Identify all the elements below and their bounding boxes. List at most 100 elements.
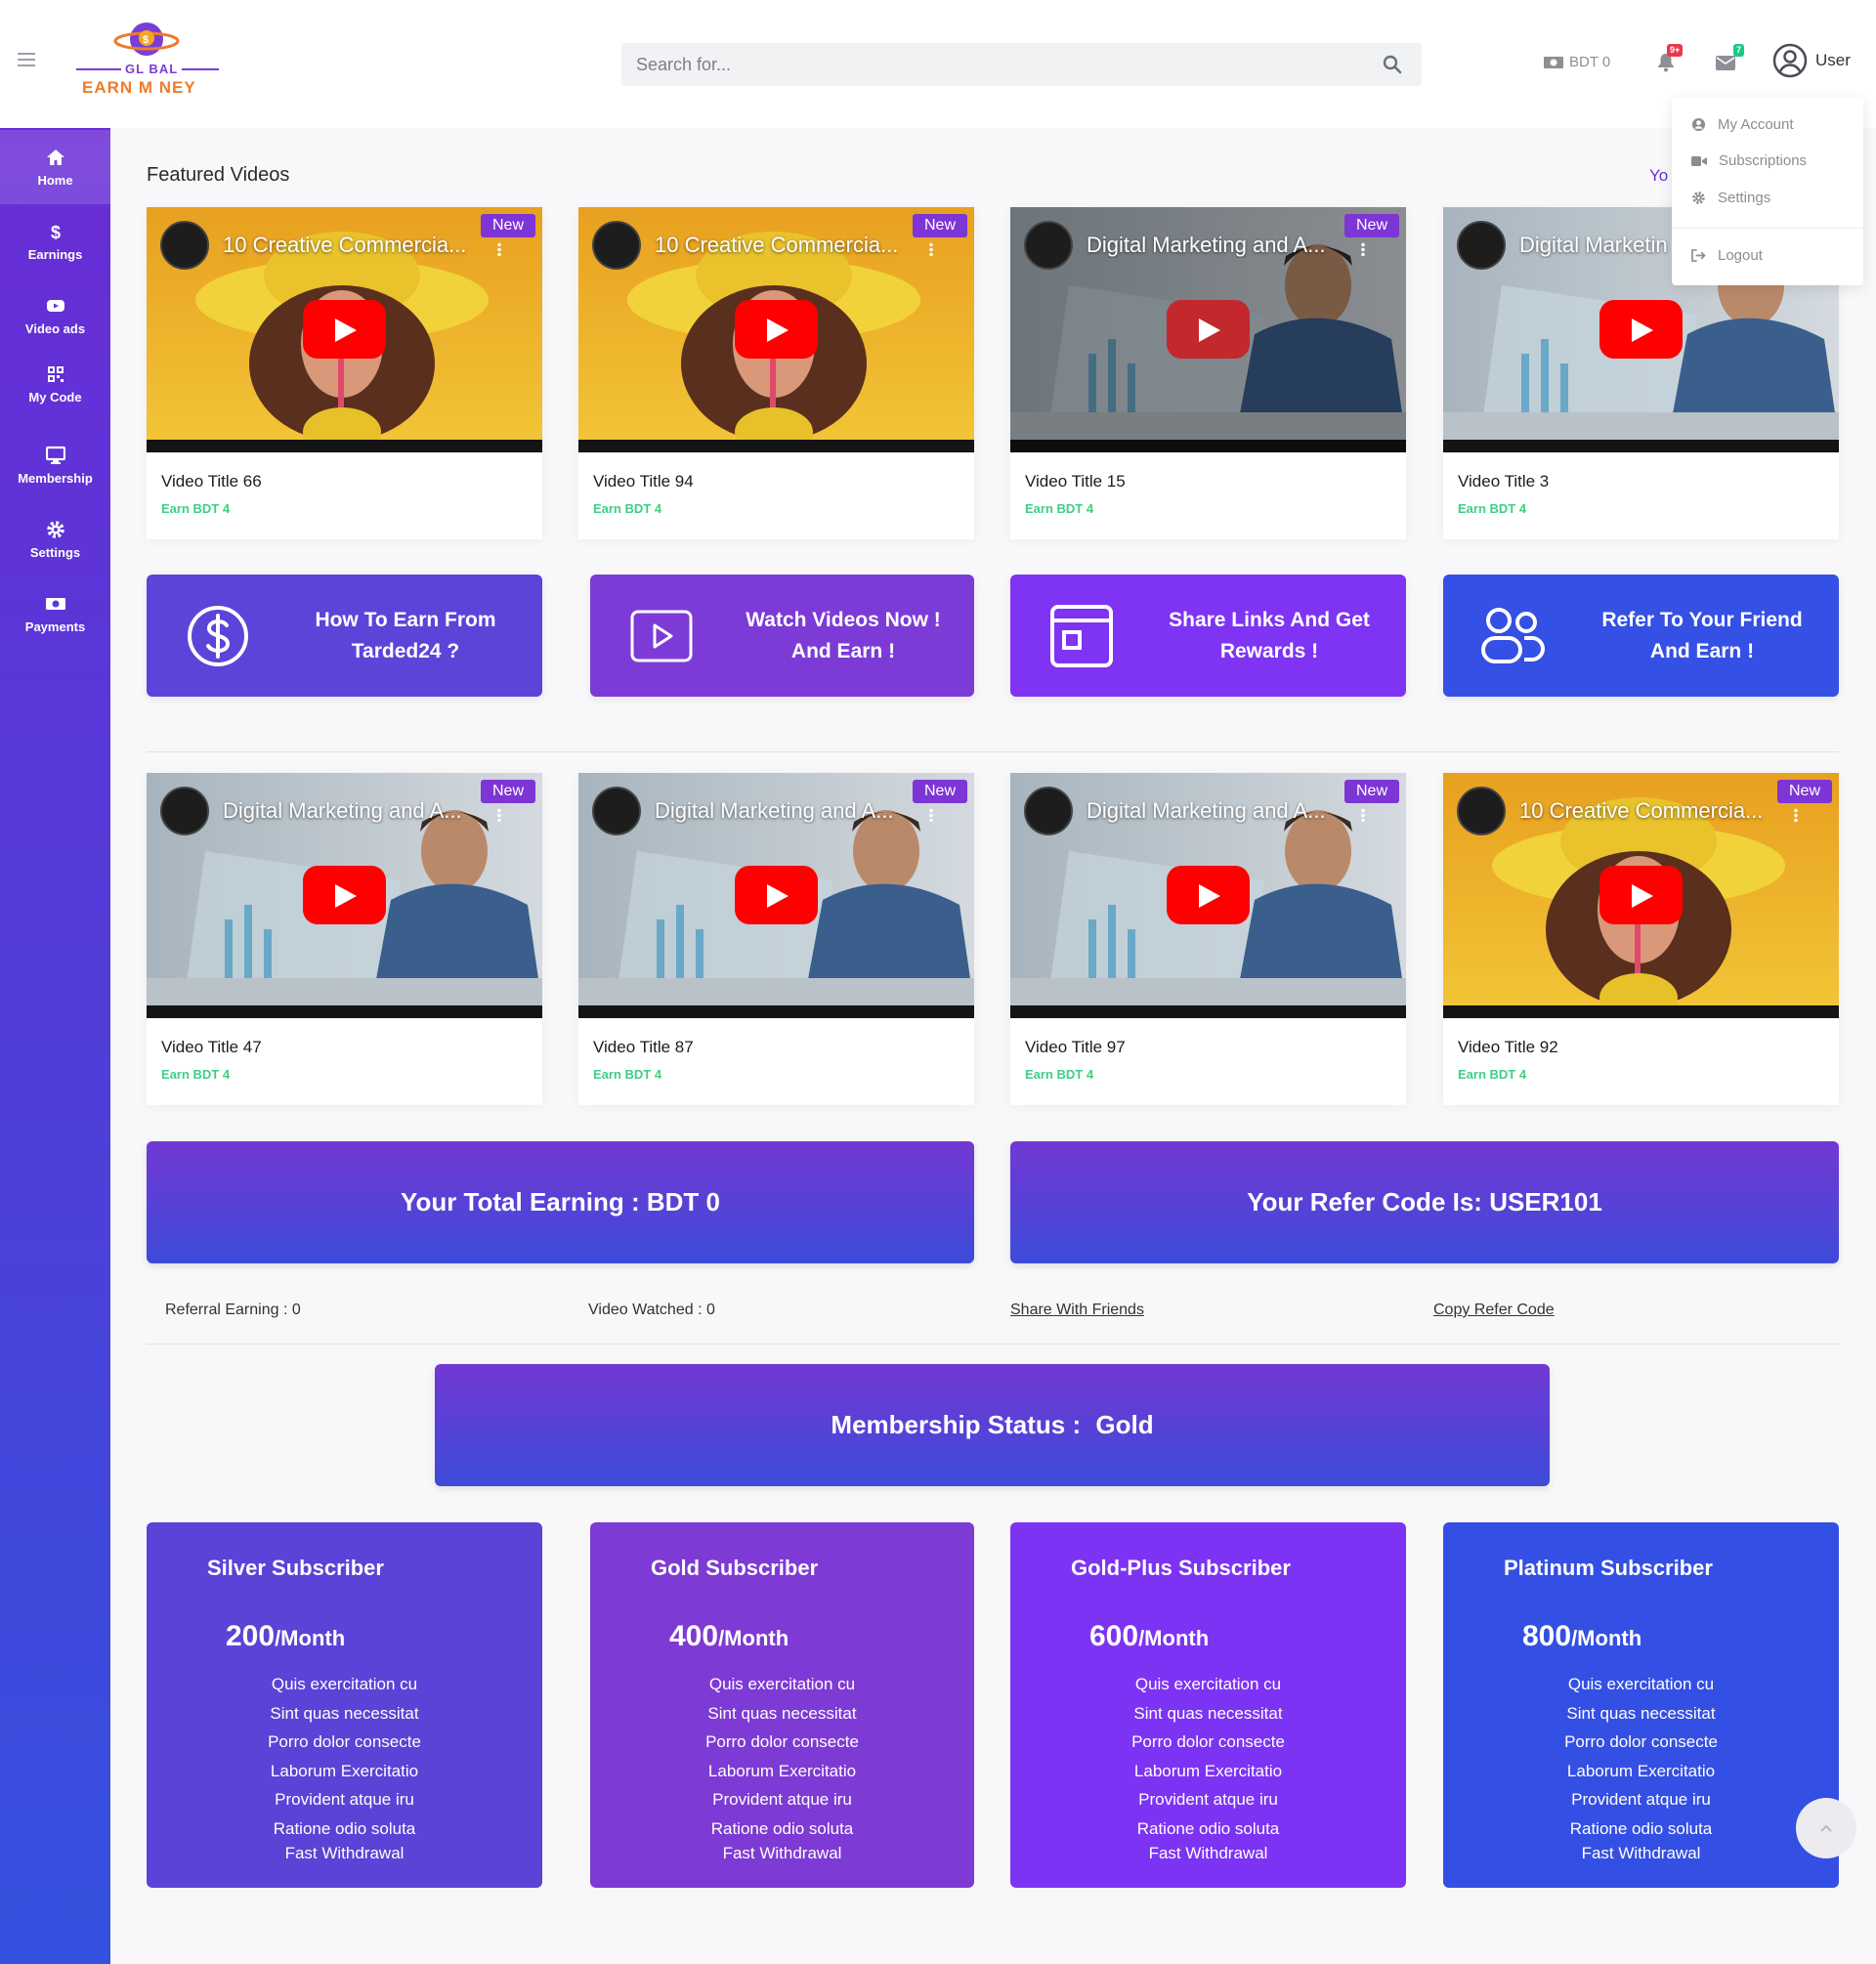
notifications-button[interactable]: 9+ [1657,44,1684,76]
video-thumbnail[interactable]: Digital Marketing and A... New [1010,773,1406,1018]
menu-toggle-icon[interactable] [18,53,35,66]
users-icon [1443,605,1585,667]
video-card[interactable]: 10 Creative Commercia... New Video Title… [147,207,542,539]
sidebar-item-my-code[interactable]: My Code [0,347,110,421]
user-menu-button[interactable]: User [1772,43,1851,78]
menu-item-subscriptions[interactable]: Subscriptions [1691,152,1807,169]
video-thumbnail[interactable]: Digital Marketing and A... New [578,773,974,1018]
scroll-to-top-button[interactable] [1796,1798,1856,1858]
new-badge: New [1343,214,1399,237]
refer-code-banner: Your Refer Code Is: USER101 [1010,1141,1839,1263]
search-input[interactable] [621,43,1363,86]
plan-feature: Fast Withdrawal [284,1844,405,1862]
cta-button[interactable]: Refer To Your Friend And Earn ! [1443,575,1839,697]
channel-avatar[interactable] [1457,221,1506,270]
video-card[interactable]: 10 Creative Commercia... New Video Title… [1443,773,1839,1105]
more-options-icon[interactable] [1361,808,1365,822]
more-options-icon[interactable] [497,242,501,256]
play-button-icon[interactable] [1167,300,1250,359]
plan-feature: Quis exercitation cu [1567,1675,1715,1693]
balance-display[interactable]: BDT 0 [1544,54,1610,70]
new-badge: New [480,214,535,237]
video-card[interactable]: 10 Creative Commercia... New Video Title… [578,207,974,539]
thumbnail-title: Digital Marketing and A... [223,798,462,823]
cta-button[interactable]: How To Earn From Tarded24 ? [147,575,542,697]
channel-avatar[interactable] [1457,787,1506,835]
plan-feature: Ratione odio soluta [710,1818,854,1838]
gear-icon [1692,192,1705,204]
play-button-icon[interactable] [1599,866,1683,924]
plan-feature: Porro dolor consecte [1564,1732,1718,1751]
sidebar-item-video-ads[interactable]: Video ads [0,278,110,353]
section-title: Featured Videos [147,164,290,186]
plan-price: 800/Month [1522,1620,1642,1653]
plan-feature: Porro dolor consecte [705,1732,859,1751]
search-button[interactable] [1363,43,1422,86]
more-options-icon[interactable] [1361,242,1365,256]
video-thumbnail[interactable]: Digital Marketing and A... New [147,773,542,1018]
plan-feature: Ratione odio soluta [273,1818,416,1838]
play-button-icon[interactable] [303,300,386,359]
play-button-icon[interactable] [735,300,818,359]
subscription-plan-card[interactable]: Gold Subscriber 400/Month Quis exercitat… [590,1522,974,1888]
thumbnail-title: 10 Creative Commercia... [223,233,467,257]
menu-item-label: My Account [1718,116,1794,133]
video-thumbnail[interactable]: 10 Creative Commercia... New [578,207,974,452]
cta-button[interactable]: Watch Videos Now ! And Earn ! [590,575,974,697]
plan-feature: Sint quas necessitat [707,1703,857,1723]
plan-feature: Laborum Exercitatio [1133,1761,1283,1780]
subscription-plan-card[interactable]: Gold-Plus Subscriber 600/Month Quis exer… [1010,1522,1406,1888]
channel-avatar[interactable] [160,787,209,835]
video-card[interactable]: Digital Marketing and A... New Video Tit… [1010,207,1406,539]
new-badge: New [1776,780,1832,803]
more-options-icon[interactable] [497,808,501,822]
video-card[interactable]: Digital Marketing and A... New Video Tit… [578,773,974,1105]
messages-button[interactable]: 7 [1716,44,1745,76]
plan-price-period: /Month [1571,1626,1642,1650]
site-logo[interactable]: $ GL BAL EARN M NEY [72,18,225,102]
sidebar-item-settings[interactable]: Settings [0,502,110,576]
video-earn-amount: Earn BDT 4 [593,501,662,516]
plan-feature: Porro dolor consecte [1131,1732,1285,1751]
search-icon [1383,55,1402,74]
balance-value: BDT 0 [1569,54,1611,70]
cta-button[interactable]: Share Links And Get Rewards ! [1010,575,1406,697]
plan-title: Platinum Subscriber [1504,1556,1713,1580]
more-options-icon[interactable] [929,808,933,822]
play-button-icon[interactable] [303,866,386,924]
video-thumbnail[interactable]: 10 Creative Commercia... New [147,207,542,452]
share-with-friends-link[interactable]: Share With Friends [1010,1302,1144,1319]
menu-item-my-account[interactable]: My Account [1691,116,1794,133]
channel-avatar[interactable] [592,787,641,835]
referral-earning-stat: Referral Earning : 0 [165,1302,301,1318]
channel-avatar[interactable] [160,221,209,270]
channel-avatar[interactable] [1024,787,1073,835]
subscription-plan-card[interactable]: Silver Subscriber 200/Month Quis exercit… [147,1522,542,1888]
subscription-plan-card[interactable]: Platinum Subscriber 800/Month Quis exerc… [1443,1522,1839,1888]
gear-icon [46,520,64,538]
video-title: Video Title 15 [1025,472,1126,491]
video-card[interactable]: Digital Marketing and A... New Video Tit… [147,773,542,1105]
more-options-icon[interactable] [929,242,933,256]
sidebar-item-membership[interactable]: Membership [0,428,110,502]
dollar-icon: $ [51,223,61,241]
video-thumbnail[interactable]: Digital Marketing and A... New [1010,207,1406,452]
channel-avatar[interactable] [1024,221,1073,270]
more-options-icon[interactable] [1794,808,1798,822]
play-button-icon[interactable] [1167,866,1250,924]
sidebar-item-earnings[interactable]: $ Earnings [0,204,110,278]
plan-feature: Quis exercitation cu [708,1675,856,1693]
sidebar-item-payments[interactable]: Payments [0,576,110,651]
plan-title: Gold-Plus Subscriber [1071,1556,1291,1580]
play-button-icon[interactable] [735,866,818,924]
video-card[interactable]: Digital Marketing and A... New Video Tit… [1010,773,1406,1105]
video-thumbnail[interactable]: 10 Creative Commercia... New [1443,773,1839,1018]
sidebar-item-home[interactable]: Home [0,130,110,204]
copy-refer-code-link[interactable]: Copy Refer Code [1433,1302,1555,1319]
plan-price: 200/Month [226,1620,345,1653]
channel-avatar[interactable] [592,221,641,270]
play-button-icon[interactable] [1599,300,1683,359]
menu-item-logout[interactable]: Logout [1691,247,1763,264]
menu-item-settings[interactable]: Settings [1691,190,1770,206]
plan-feature: Laborum Exercitatio [270,1761,419,1780]
